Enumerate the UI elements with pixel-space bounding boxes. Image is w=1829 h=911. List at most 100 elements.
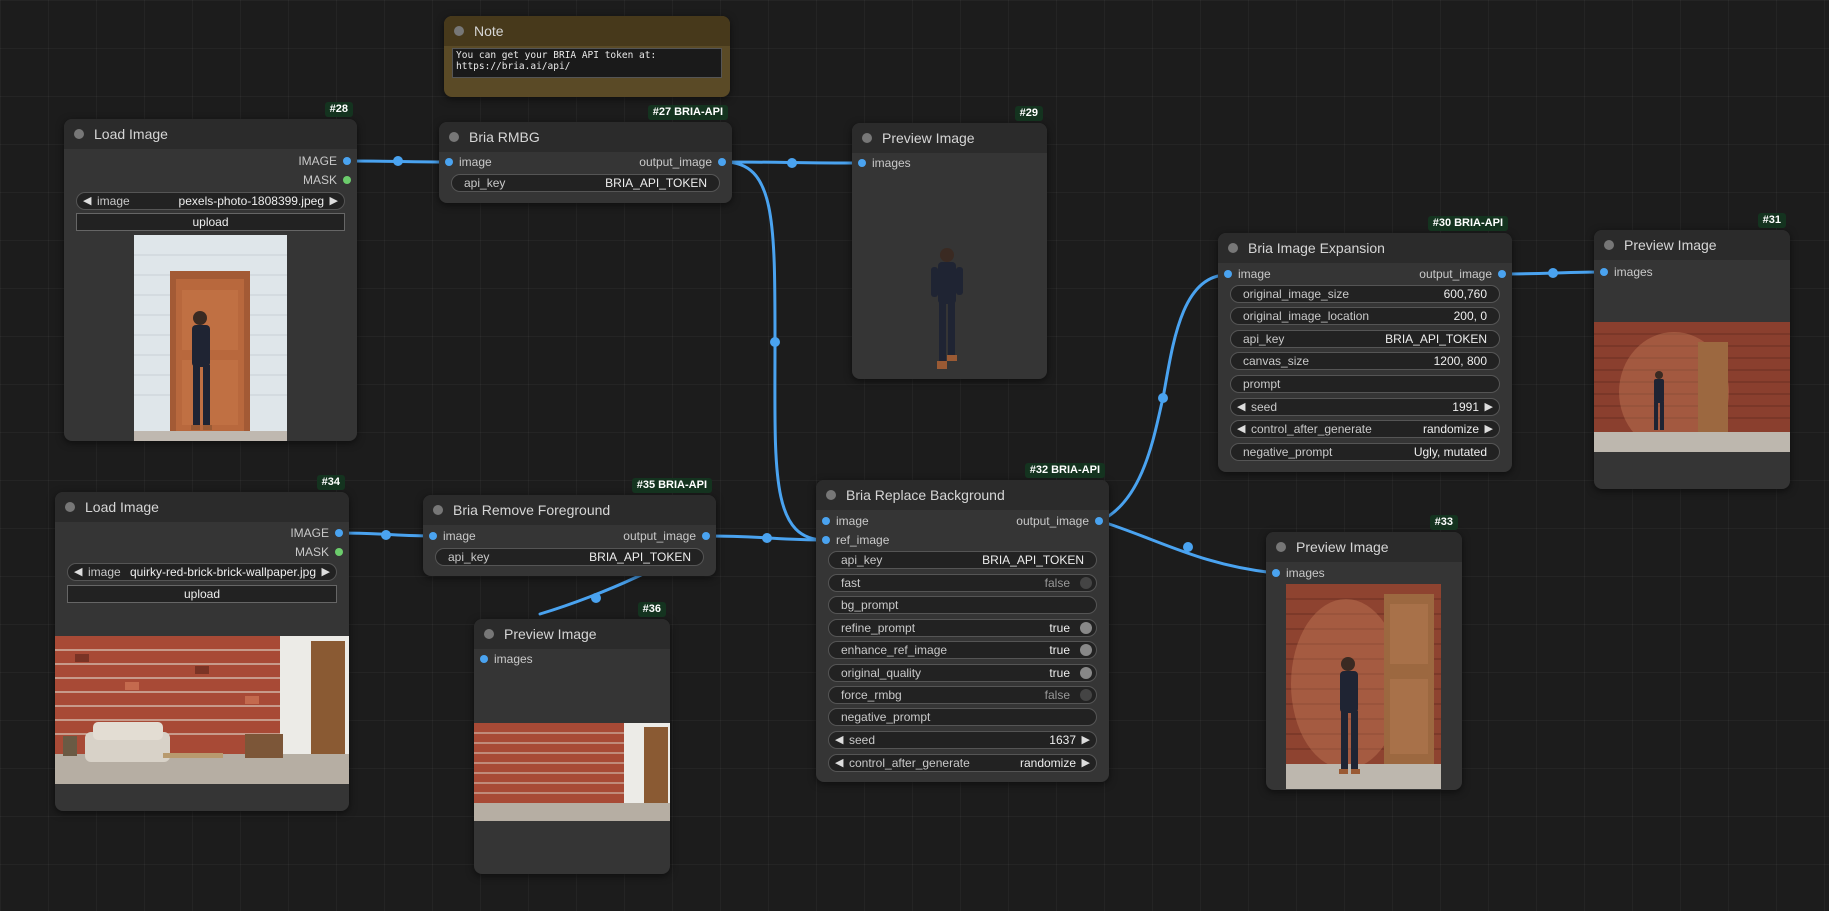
collapse-dot-icon[interactable]: [1604, 240, 1614, 250]
node-header[interactable]: Bria RMBG: [439, 122, 732, 152]
output-image-slot[interactable]: output_image: [623, 528, 716, 544]
output-image-slot[interactable]: output_image: [639, 154, 732, 170]
arrow-right-icon[interactable]: ▶: [1485, 399, 1493, 415]
collapse-dot-icon[interactable]: [862, 133, 872, 143]
output-pin-icon[interactable]: [343, 157, 351, 165]
output-image-slot[interactable]: IMAGE: [290, 525, 349, 541]
input-pin-icon[interactable]: [445, 158, 453, 166]
node-header[interactable]: Bria Replace Background: [816, 480, 1109, 510]
upload-button[interactable]: upload: [67, 585, 337, 603]
input-images-slot[interactable]: images: [1266, 565, 1325, 581]
input-images-slot[interactable]: images: [852, 155, 911, 171]
note-node[interactable]: Note You can get your BRIA API token at:…: [444, 16, 730, 97]
prompt-field[interactable]: prompt: [1230, 375, 1500, 393]
original-image-location-field[interactable]: original_image_location 200, 0: [1230, 307, 1500, 325]
input-image-slot[interactable]: image: [439, 154, 492, 170]
note-header[interactable]: Note: [444, 16, 730, 46]
original-image-size-field[interactable]: original_image_size 600,760: [1230, 285, 1500, 303]
node-header[interactable]: Bria Image Expansion: [1218, 233, 1512, 263]
arrow-left-icon[interactable]: ◀: [835, 755, 843, 771]
output-pin-icon[interactable]: [335, 529, 343, 537]
input-pin-icon[interactable]: [822, 536, 830, 544]
output-pin-icon[interactable]: [702, 532, 710, 540]
toggle-knob-icon[interactable]: [1080, 577, 1092, 589]
arrow-left-icon[interactable]: ◀: [74, 564, 82, 580]
input-pin-icon[interactable]: [429, 532, 437, 540]
load-image-node-28[interactable]: #28 Load Image IMAGE MASK ◀ image pexels…: [64, 102, 357, 441]
bria-replace-background-node-32[interactable]: #32 BRIA-API Bria Replace Background ima…: [816, 463, 1109, 782]
seed-stepper[interactable]: ◀ seed 1637 ▶: [828, 731, 1097, 749]
api-key-field[interactable]: api_key BRIA_API_TOKEN: [828, 551, 1097, 569]
control-after-generate-select[interactable]: ◀ control_after_generate randomize ▶: [828, 754, 1097, 772]
output-image-slot[interactable]: output_image: [1016, 513, 1109, 529]
input-pin-icon[interactable]: [858, 159, 866, 167]
fast-toggle[interactable]: fast false: [828, 574, 1097, 592]
negative-prompt-field[interactable]: negative_prompt: [828, 708, 1097, 726]
refine-prompt-toggle[interactable]: refine_prompt true: [828, 619, 1097, 637]
arrow-right-icon[interactable]: ▶: [1082, 732, 1090, 748]
image-select[interactable]: ◀ image pexels-photo-1808399.jpeg ▶: [76, 192, 345, 210]
input-images-slot[interactable]: images: [1594, 264, 1653, 280]
node-header[interactable]: Preview Image: [852, 123, 1047, 153]
output-mask-slot[interactable]: MASK: [295, 544, 349, 560]
output-pin-icon[interactable]: [1095, 517, 1103, 525]
node-header[interactable]: Preview Image: [474, 619, 670, 649]
toggle-knob-icon[interactable]: [1080, 689, 1092, 701]
bria-remove-foreground-node-35[interactable]: #35 BRIA-API Bria Remove Foreground imag…: [423, 478, 716, 576]
note-textarea[interactable]: You can get your BRIA API token at: http…: [452, 48, 722, 78]
output-pin-icon[interactable]: [718, 158, 726, 166]
api-key-field[interactable]: api_key BRIA_API_TOKEN: [451, 174, 720, 192]
output-image-slot[interactable]: IMAGE: [298, 153, 357, 169]
collapse-dot-icon[interactable]: [74, 129, 84, 139]
seed-stepper[interactable]: ◀ seed 1991 ▶: [1230, 398, 1500, 416]
node-header[interactable]: Bria Remove Foreground: [423, 495, 716, 525]
node-header[interactable]: Load Image: [55, 492, 349, 522]
collapse-dot-icon[interactable]: [65, 502, 75, 512]
preview-image-node-33[interactable]: #33 Preview Image images: [1266, 515, 1462, 790]
input-image-slot[interactable]: image: [816, 513, 869, 529]
input-ref-image-slot[interactable]: ref_image: [816, 532, 889, 548]
node-header[interactable]: Preview Image: [1594, 230, 1790, 260]
canvas-size-field[interactable]: canvas_size 1200, 800: [1230, 352, 1500, 370]
collapse-dot-icon[interactable]: [454, 26, 464, 36]
api-key-field[interactable]: api_key BRIA_API_TOKEN: [1230, 330, 1500, 348]
bg-prompt-field[interactable]: bg_prompt: [828, 596, 1097, 614]
bria-rmbg-node-27[interactable]: #27 BRIA-API Bria RMBG image output_imag…: [439, 105, 732, 203]
api-key-field[interactable]: api_key BRIA_API_TOKEN: [435, 548, 704, 566]
collapse-dot-icon[interactable]: [1228, 243, 1238, 253]
arrow-left-icon[interactable]: ◀: [1237, 399, 1245, 415]
output-pin-icon[interactable]: [335, 548, 343, 556]
input-pin-icon[interactable]: [1272, 569, 1280, 577]
input-pin-icon[interactable]: [1224, 270, 1232, 278]
input-images-slot[interactable]: images: [474, 651, 533, 667]
arrow-left-icon[interactable]: ◀: [1237, 421, 1245, 437]
arrow-right-icon[interactable]: ▶: [322, 564, 330, 580]
input-pin-icon[interactable]: [480, 655, 488, 663]
control-after-generate-select[interactable]: ◀ control_after_generate randomize ▶: [1230, 420, 1500, 438]
output-pin-icon[interactable]: [343, 176, 351, 184]
preview-image-node-29[interactable]: #29 Preview Image images: [852, 106, 1047, 379]
output-pin-icon[interactable]: [1498, 270, 1506, 278]
original-quality-toggle[interactable]: original_quality true: [828, 664, 1097, 682]
enhance-ref-image-toggle[interactable]: enhance_ref_image true: [828, 641, 1097, 659]
collapse-dot-icon[interactable]: [826, 490, 836, 500]
preview-image-node-36[interactable]: #36 Preview Image images: [474, 602, 670, 874]
arrow-right-icon[interactable]: ▶: [1485, 421, 1493, 437]
collapse-dot-icon[interactable]: [1276, 542, 1286, 552]
output-image-slot[interactable]: output_image: [1419, 266, 1512, 282]
input-pin-icon[interactable]: [822, 517, 830, 525]
collapse-dot-icon[interactable]: [433, 505, 443, 515]
upload-button[interactable]: upload: [76, 213, 345, 231]
collapse-dot-icon[interactable]: [484, 629, 494, 639]
arrow-left-icon[interactable]: ◀: [83, 193, 91, 209]
toggle-knob-icon[interactable]: [1080, 644, 1092, 656]
force-rmbg-toggle[interactable]: force_rmbg false: [828, 686, 1097, 704]
node-header[interactable]: Preview Image: [1266, 532, 1462, 562]
arrow-right-icon[interactable]: ▶: [1082, 755, 1090, 771]
negative-prompt-field[interactable]: negative_prompt Ugly, mutated: [1230, 443, 1500, 461]
input-image-slot[interactable]: image: [1218, 266, 1271, 282]
toggle-knob-icon[interactable]: [1080, 622, 1092, 634]
input-image-slot[interactable]: image: [423, 528, 476, 544]
output-mask-slot[interactable]: MASK: [303, 172, 357, 188]
input-pin-icon[interactable]: [1600, 268, 1608, 276]
